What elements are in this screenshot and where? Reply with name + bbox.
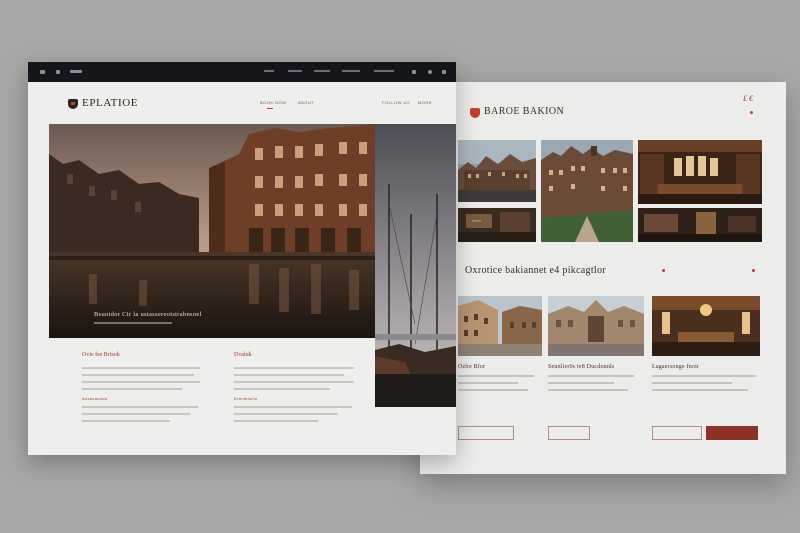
column-1-subheading: Ansacaudoa (82, 396, 108, 401)
card-2-title: Seunlier0s te8 Ducdonnls (548, 364, 615, 370)
canal-sunset-image (49, 124, 375, 338)
card-3-text-line (652, 389, 748, 391)
card-2-text-line (548, 382, 614, 384)
column-2-subheading: Drenmanilu (234, 396, 258, 401)
shield-logo-icon (470, 108, 480, 118)
home-icon[interactable] (56, 70, 60, 74)
top-bar (28, 62, 456, 82)
mockup-stage: BAROE BAKION ₤ € ≡≡≡≡ Oxrotice bakiannet… (0, 0, 800, 533)
dining-image (638, 208, 762, 242)
back-card-2: Seunlier0s te8 Ducdonnls (548, 296, 658, 440)
nav-item-more[interactable]: MORE (418, 100, 432, 105)
card-3-title: Lagaersonge fnoir (652, 364, 700, 370)
hall-image (652, 296, 760, 356)
column-2-text-line (234, 420, 318, 422)
gallery-tile-interior-small[interactable]: ≡≡≡≡ (458, 208, 536, 242)
front-column-1: Ovie fse Brisoh Ansacaudoa (82, 352, 212, 422)
column-2-text-line (234, 413, 338, 415)
card-1-text-line (458, 382, 518, 384)
column-1-text-line (82, 374, 194, 376)
back-currency-label[interactable]: ₤ € (743, 94, 753, 103)
column-1-text-line (82, 406, 198, 408)
column-1-text-line (82, 381, 200, 383)
column-2-text-line (234, 374, 344, 376)
topbar-link[interactable] (374, 70, 394, 72)
front-page: EPLATIOE BOOK NOW ABOUT FOLLOW US MORE B… (28, 62, 456, 455)
card-3-text-line (652, 375, 756, 377)
gallery-tile-canal-houses[interactable] (458, 140, 536, 202)
column-1-text-line (82, 367, 200, 369)
column-2-text-line (234, 367, 354, 369)
courtyard-image (541, 140, 633, 242)
back-card-3: Lagaersonge fnoir (652, 296, 762, 440)
gallery-tile-dining[interactable] (638, 208, 762, 242)
hero-caption-underline (94, 322, 172, 324)
card-1-button[interactable] (458, 426, 514, 440)
card-2-button[interactable] (548, 426, 590, 440)
card-3-text-line (652, 382, 732, 384)
interior-small-image: ≡≡≡≡ (458, 208, 536, 242)
back-accent-dot (750, 111, 753, 114)
topbar-link[interactable] (314, 70, 330, 72)
nav-item-follow[interactable]: FOLLOW US (382, 100, 410, 105)
gallery-tile-library[interactable] (638, 140, 762, 204)
column-1-text-line (82, 420, 170, 422)
grid-icon[interactable] (412, 70, 416, 74)
hero-image: Beaoidor Cir la ustassereotstrabnsoel (49, 124, 375, 338)
card-3-image[interactable] (652, 296, 760, 356)
street-image (458, 296, 542, 356)
nav-item-about[interactable]: ABOUT (298, 100, 314, 105)
column-1-heading: Ovie fse Brisoh (82, 352, 120, 358)
nav-active-underline (267, 108, 273, 109)
nav-item-book[interactable]: BOOK NOW (260, 100, 286, 105)
card-2-text-line (548, 375, 634, 377)
front-brand-name: EPLATIOE (82, 97, 139, 109)
card-3-primary-button[interactable] (706, 426, 758, 440)
card-1-text-line (458, 389, 528, 391)
back-section-title: Oxrotice bakiannet e4 pikcagtlor (465, 265, 606, 276)
topbar-link[interactable] (288, 70, 302, 72)
back-page-header: BAROE BAKION ₤ € (420, 82, 786, 132)
card-2-image[interactable] (548, 296, 644, 356)
user-icon[interactable] (442, 70, 446, 74)
column-1-text-line (82, 413, 190, 415)
card-3-button[interactable] (652, 426, 702, 440)
menu-icon[interactable] (40, 70, 45, 74)
topbar-link[interactable] (264, 70, 274, 72)
sailboat-image (375, 124, 456, 407)
hero-side-image (375, 124, 456, 407)
palace-image (548, 296, 644, 356)
back-brand-name: BAROE BAKION (484, 106, 565, 117)
front-column-2: Dvaluk Drenmanilu (234, 352, 364, 422)
column-2-text-line (234, 381, 354, 383)
card-1-image[interactable] (458, 296, 542, 356)
back-section-dot-1 (662, 269, 665, 272)
brand-mini-icon (70, 70, 82, 73)
canal-houses-image (458, 140, 536, 202)
topbar-link[interactable] (342, 70, 360, 72)
card-2-text-line (548, 389, 628, 391)
column-2-heading: Dvaluk (234, 352, 252, 358)
column-1-text-line (82, 388, 182, 390)
column-2-text-line (234, 406, 352, 408)
gallery-tile-courtyard[interactable] (541, 140, 633, 242)
column-2-text-line (234, 388, 330, 390)
social-icon[interactable] (428, 70, 432, 74)
back-page: BAROE BAKION ₤ € ≡≡≡≡ Oxrotice bakiannet… (420, 82, 786, 474)
card-1-text-line (458, 375, 534, 377)
hero-caption: Beaoidor Cir la ustassereotstrabnsoel (94, 311, 202, 318)
library-image (638, 140, 762, 204)
tile-overlay-text: ≡≡≡≡ (472, 218, 482, 223)
back-section-dot-2 (752, 269, 755, 272)
shield-logo-icon (68, 99, 78, 109)
